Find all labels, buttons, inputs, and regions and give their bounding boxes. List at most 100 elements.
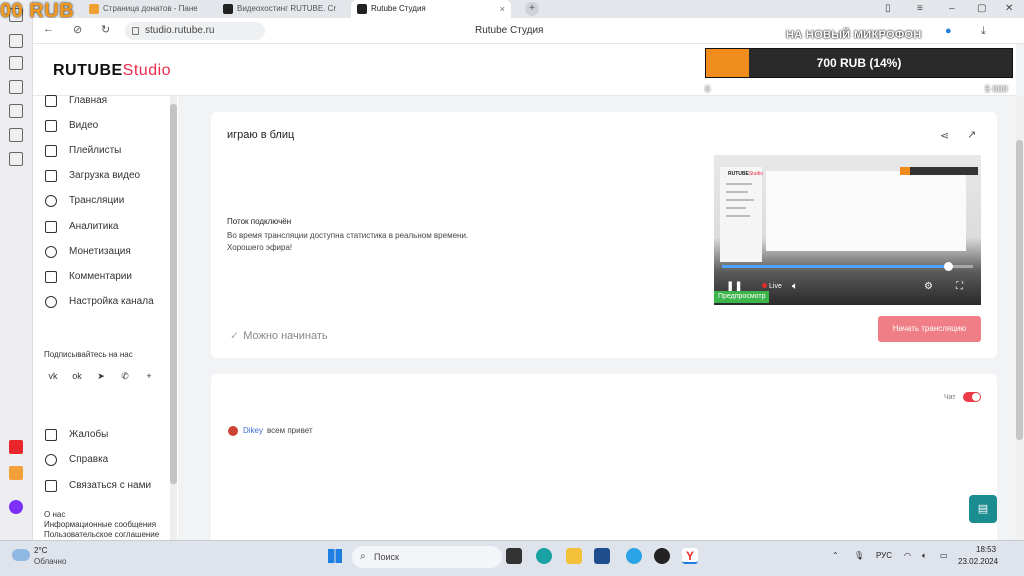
fullscreen-icon[interactable]: ⛶: [956, 281, 963, 292]
preview-line: [726, 215, 750, 217]
new-tab-button[interactable]: +: [525, 2, 539, 16]
sidebar-item-contact[interactable]: Связаться с нами: [43, 477, 173, 495]
rutube-favicon-icon: [357, 4, 367, 14]
edge-icon[interactable]: [536, 548, 552, 564]
store-icon[interactable]: [594, 548, 610, 564]
search-icon: ⌕: [360, 551, 366, 562]
chevron-up-icon[interactable]: ⌃: [832, 551, 839, 560]
menu-icon[interactable]: ≡: [917, 0, 923, 18]
app-icon[interactable]: [9, 34, 23, 48]
sidebar-item-comments[interactable]: Комментарии: [43, 268, 173, 286]
keyboard-language[interactable]: РУС: [876, 551, 892, 560]
download-icon[interactable]: ⤓: [981, 25, 986, 38]
app-icon[interactable]: [9, 80, 23, 94]
subscribe-label: Подписывайтесь на нас: [44, 350, 133, 359]
plus-icon[interactable]: +: [141, 368, 157, 384]
wifi-icon[interactable]: ◠: [904, 551, 911, 560]
live-indicator: Live: [762, 283, 782, 290]
sidebar-item-home[interactable]: Главная: [43, 92, 173, 110]
app-icon[interactable]: [9, 104, 23, 118]
sidebar-item-broadcasts[interactable]: Трансляции: [43, 192, 173, 210]
telegram-icon[interactable]: ➤: [93, 368, 109, 384]
donation-favicon-icon: [89, 4, 99, 14]
volume-icon[interactable]: 🔈︎: [792, 281, 798, 292]
tab-rutube-studio[interactable]: Rutube Студия ×: [351, 0, 511, 18]
preview-progress-bar[interactable]: [722, 262, 973, 271]
comments-icon: [45, 271, 57, 283]
chat-toggle[interactable]: [963, 392, 981, 402]
start-broadcast-button[interactable]: Начать трансляцию: [878, 316, 981, 342]
speaker-icon[interactable]: 🔈︎: [922, 551, 927, 561]
sidebar-item-complaints[interactable]: Жалобы: [43, 426, 173, 444]
app-icon[interactable]: [9, 56, 23, 70]
viber-icon[interactable]: ✆: [117, 368, 133, 384]
donation-progress-bar: 700 RUB (14%): [705, 48, 1013, 78]
app-icon[interactable]: [9, 466, 23, 480]
main-scroll-thumb[interactable]: [1016, 140, 1023, 440]
chat-label: Чат: [944, 394, 956, 401]
sidebar-item-analytics[interactable]: Аналитика: [43, 218, 173, 236]
bookmarks-icon[interactable]: ▯: [885, 0, 891, 18]
windows-start-icon[interactable]: [328, 549, 342, 563]
preview-card: [766, 171, 966, 251]
external-link-icon[interactable]: ↗: [967, 128, 976, 141]
app-icon[interactable]: [9, 128, 23, 142]
alice-icon[interactable]: [9, 500, 23, 514]
clock-time[interactable]: 18:53: [976, 545, 996, 554]
rutube-studio-logo[interactable]: RUTUBEStudio: [53, 62, 171, 80]
tab-rutube[interactable]: Видеохостинг RUTUBE. Cr: [217, 0, 347, 18]
chat-username[interactable]: Dikey: [243, 426, 263, 435]
settings-gear-icon[interactable]: ⚙: [924, 281, 933, 292]
tab-donations[interactable]: Страница донатов - Пане: [83, 0, 213, 18]
reload-icon[interactable]: ↻: [101, 23, 110, 36]
youtube-icon[interactable]: [9, 440, 23, 454]
telegram-app-icon[interactable]: [626, 548, 642, 564]
analytics-icon: [45, 221, 57, 233]
stream-preview[interactable]: RUTUBEStudio ❚❚ Live 🔈︎ ⚙ ⛶ Предпросмотр: [714, 155, 981, 305]
app-icon[interactable]: [9, 152, 23, 166]
playlist-icon: [45, 145, 57, 157]
explorer-icon[interactable]: [566, 548, 582, 564]
extension-icon[interactable]: ●: [945, 25, 952, 37]
info-messages-link[interactable]: Информационные сообщения: [44, 520, 156, 529]
battery-icon[interactable]: ▭: [940, 551, 948, 560]
clock-date[interactable]: 23.02.2024: [958, 557, 998, 566]
maximize-icon[interactable]: ▢: [977, 0, 986, 18]
cloud-icon[interactable]: [12, 549, 30, 561]
connection-status-text: Во время трансляции доступна статистика …: [227, 231, 469, 252]
sidebar-item-help[interactable]: Справка: [43, 451, 173, 469]
close-window-icon[interactable]: ✕: [1005, 0, 1013, 18]
yandex-browser-icon[interactable]: Y: [682, 548, 698, 564]
check-icon: ✓: [230, 330, 240, 342]
sidebar-item-playlists[interactable]: Плейлисты: [43, 142, 173, 160]
vk-icon[interactable]: vk: [45, 368, 61, 384]
user-agreement-link[interactable]: Пользовательское соглашение: [44, 530, 159, 539]
ok-icon[interactable]: ok: [69, 368, 85, 384]
task-view-icon[interactable]: [506, 548, 522, 564]
back-icon[interactable]: ←: [43, 23, 54, 35]
chat-button[interactable]: ▤: [969, 495, 997, 523]
preview-logo: RUTUBEStudio: [728, 171, 764, 177]
minimize-icon[interactable]: –: [949, 0, 955, 18]
share-icon[interactable]: ⋖: [940, 129, 949, 142]
sidebar-item-upload[interactable]: Загрузка видео: [43, 167, 173, 185]
preview-donation-fill: [900, 167, 910, 175]
close-tab-icon[interactable]: ×: [500, 0, 505, 18]
chat-text: всем привет: [267, 426, 313, 436]
sidebar-item-channel-settings[interactable]: Настройка канала: [43, 293, 173, 311]
sidebar-item-video[interactable]: Видео: [43, 117, 173, 135]
weather-description: Облачно: [34, 557, 67, 566]
preview-progress-knob[interactable]: [943, 262, 953, 271]
preview-line: [726, 191, 748, 193]
sidebar-item-monetization[interactable]: Монетизация: [43, 243, 173, 261]
toggle-knob: [972, 393, 980, 401]
obs-icon[interactable]: [654, 548, 670, 564]
avatar: [228, 426, 238, 436]
about-link[interactable]: О нас: [44, 510, 65, 519]
microphone-icon[interactable]: 🎙︎: [854, 551, 864, 560]
url-field[interactable]: studio.rutube.ru: [125, 22, 265, 40]
windows-sidebar: [0, 0, 33, 540]
taskbar-search[interactable]: ⌕ Поиск: [352, 546, 502, 568]
sidebar-scroll-thumb[interactable]: [170, 104, 177, 484]
history-icon[interactable]: ⊘: [73, 23, 82, 36]
